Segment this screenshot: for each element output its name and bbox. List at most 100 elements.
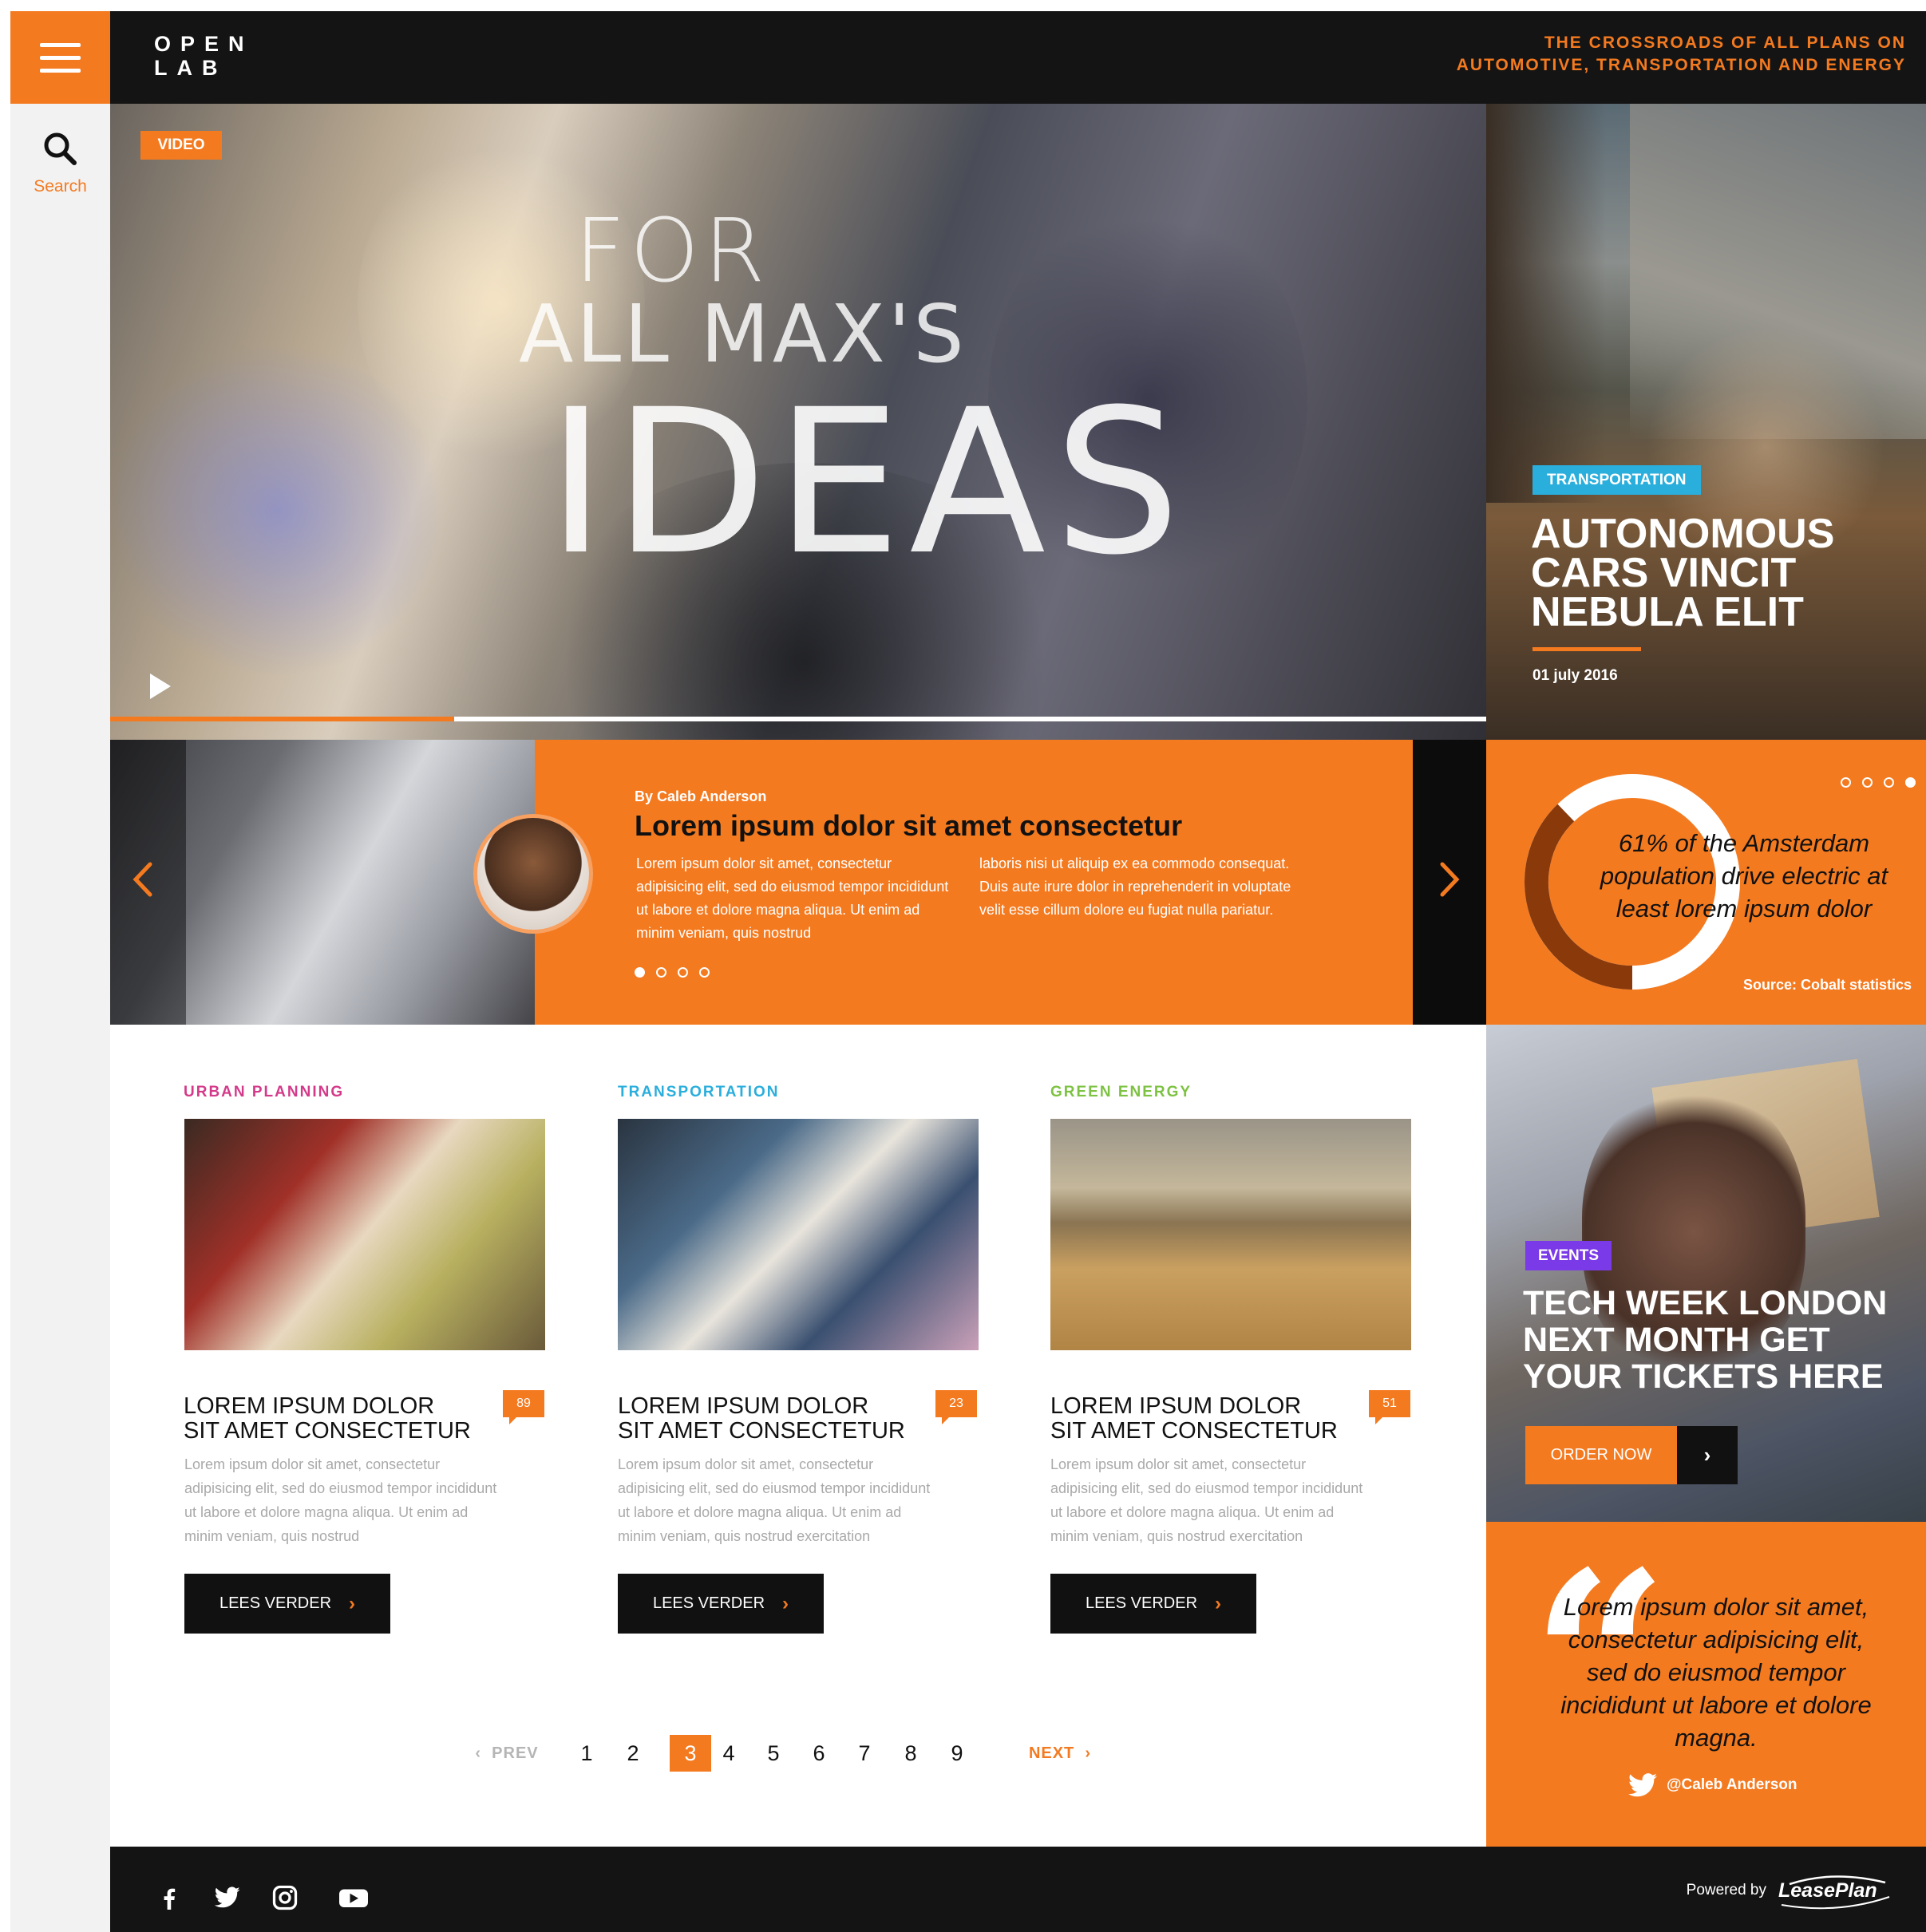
category-tag[interactable]: EVENTS [1525,1241,1612,1270]
article-title-line: SIT AMET CONSECTETUR [1050,1418,1338,1444]
author-slide-text: laboris nisi ut aliquip ex ea commodo co… [979,855,1291,918]
article-category[interactable]: TRANSPORTATION [618,1084,780,1101]
stat-source: Source: Cobalt statistics [1742,977,1912,993]
read-more-button[interactable]: LEES VERDER › [1050,1574,1256,1634]
chevron-right-icon: › [1215,1592,1222,1614]
title-underline [1532,647,1641,651]
slider-dot[interactable] [656,967,666,978]
chevron-right-icon: › [349,1592,356,1614]
page-link[interactable]: 4 [717,1735,741,1772]
page-link[interactable]: 7 [852,1735,876,1772]
feature-title-line: NEBULA ELIT [1531,589,1804,635]
search-icon [44,132,77,165]
comment-count: 51 [1382,1397,1397,1410]
pagination-next[interactable]: NEXT › [1020,1735,1100,1772]
video-badge: VIDEO [140,131,222,160]
page-link[interactable]: 5 [761,1735,785,1772]
slider-dots [635,967,714,983]
article-excerpt: Lorem ipsum dolor sit amet, consectetur … [618,1456,931,1544]
speech-bubble-tail [942,1416,950,1424]
search-button[interactable]: Search [10,120,110,207]
youtube-icon [339,1889,368,1907]
pagination: ‹ PREV 1 2 3 4 5 6 7 8 9 NEXT › [471,1735,1109,1773]
logo-line: OPEN [154,32,254,56]
article-title[interactable]: LOREM IPSUM DOLOR SIT AMET CONSECTETUR [184,1394,487,1444]
slider-dot[interactable] [635,967,645,978]
read-more-button[interactable]: LEES VERDER › [618,1574,824,1634]
chevron-right-icon: › [1677,1426,1738,1484]
article-title-line: LOREM IPSUM DOLOR [1050,1393,1302,1419]
slider-dot[interactable] [1905,777,1916,788]
slider-prev-button[interactable] [128,859,160,899]
twitter-icon [214,1887,240,1908]
page-link[interactable]: 1 [575,1735,599,1772]
feature-title-line: AUTONOMOUS [1531,511,1835,557]
chevron-left-icon [132,862,152,897]
article-title[interactable]: LOREM IPSUM DOLOR SIT AMET CONSECTETUR [1050,1394,1354,1444]
instagram-icon [272,1885,298,1910]
read-more-label: LEES VERDER [652,1594,765,1612]
slider-next-button[interactable] [1433,859,1465,899]
read-more-button[interactable]: LEES VERDER › [184,1574,390,1634]
logo-line: LAB [154,56,227,80]
author-byline[interactable]: By Caleb Anderson [635,788,766,805]
speech-bubble-tail [509,1416,517,1424]
pagination-prev[interactable]: ‹ PREV [471,1735,543,1772]
article-title[interactable]: LOREM IPSUM DOLOR SIT AMET CONSECTETUR [618,1394,921,1444]
side-rail [10,11,110,1932]
instagram-link[interactable] [271,1883,299,1912]
feature-title-line: CARS VINCIT [1531,550,1797,596]
leaseplan-logo[interactable]: LeasePlan [1774,1873,1893,1910]
twitter-icon [1628,1773,1657,1797]
slider-dot[interactable] [678,967,688,978]
slider-dot[interactable] [699,967,710,978]
menu-button[interactable] [10,11,110,104]
comment-count-badge[interactable]: 51 [1369,1390,1410,1424]
feature-card[interactable] [1486,104,1926,740]
youtube-link[interactable] [338,1883,370,1912]
twitter-link[interactable] [212,1883,241,1912]
speech-bubble-tail [1375,1416,1383,1424]
hamburger-icon [40,43,81,47]
author-slide-title[interactable]: Lorem ipsum dolor sit amet consectetur [635,809,1182,843]
quote-author-link[interactable]: @Caleb Anderson [1628,1773,1836,1799]
page-link-current[interactable]: 3 [670,1735,711,1772]
author-slide-photo [110,740,535,1025]
slider-dot[interactable] [1884,777,1894,788]
page-link[interactable]: 2 [621,1735,645,1772]
comment-count-badge[interactable]: 89 [503,1390,544,1424]
search-label: Search [34,177,87,196]
page-link[interactable]: 9 [945,1735,969,1772]
facebook-icon [164,1888,176,1910]
article-category[interactable]: URBAN PLANNING [184,1084,344,1101]
author-slide-text: Lorem ipsum dolor sit amet, consectetur … [636,855,949,941]
leaseplan-wordmark: LeasePlan [1778,1879,1877,1902]
events-title[interactable]: TECH WEEK LONDON NEXT MONTH GET YOUR TIC… [1523,1285,1914,1395]
article-image[interactable] [184,1119,545,1350]
events-title-line: YOUR TICKETS HERE [1523,1357,1884,1396]
author-avatar [473,814,593,934]
video-progress-bar[interactable] [110,717,1486,721]
category-tag[interactable]: TRANSPORTATION [1532,465,1701,495]
page-link[interactable]: 8 [899,1735,923,1772]
comment-count-badge[interactable]: 23 [935,1390,977,1424]
article-title-line: LOREM IPSUM DOLOR [184,1393,435,1419]
play-button[interactable] [144,670,176,702]
page-link[interactable]: 6 [807,1735,831,1772]
article-category[interactable]: GREEN ENERGY [1050,1084,1192,1101]
article-image[interactable] [618,1119,979,1350]
hero-title: IDEAS [547,366,1188,599]
facebook-link[interactable] [155,1883,184,1912]
slider-dot[interactable] [1841,777,1851,788]
article-excerpt: Lorem ipsum dolor sit amet, consectetur … [1050,1456,1363,1544]
feature-title[interactable]: AUTONOMOUS CARS VINCIT NEBULA ELIT [1531,511,1906,635]
chevron-left-icon: ‹ [475,1744,492,1762]
article-excerpt: Lorem ipsum dolor sit amet, consectetur … [184,1456,497,1544]
open-lab-logo[interactable]: OPEN LAB [154,32,254,80]
events-title-line: NEXT MONTH GET [1523,1321,1830,1359]
article-image[interactable] [1050,1119,1411,1350]
slider-dot[interactable] [1862,777,1873,788]
order-now-button[interactable]: ORDER NOW › [1525,1426,1738,1484]
hamburger-icon [40,69,81,73]
chevron-right-icon: › [782,1592,789,1614]
